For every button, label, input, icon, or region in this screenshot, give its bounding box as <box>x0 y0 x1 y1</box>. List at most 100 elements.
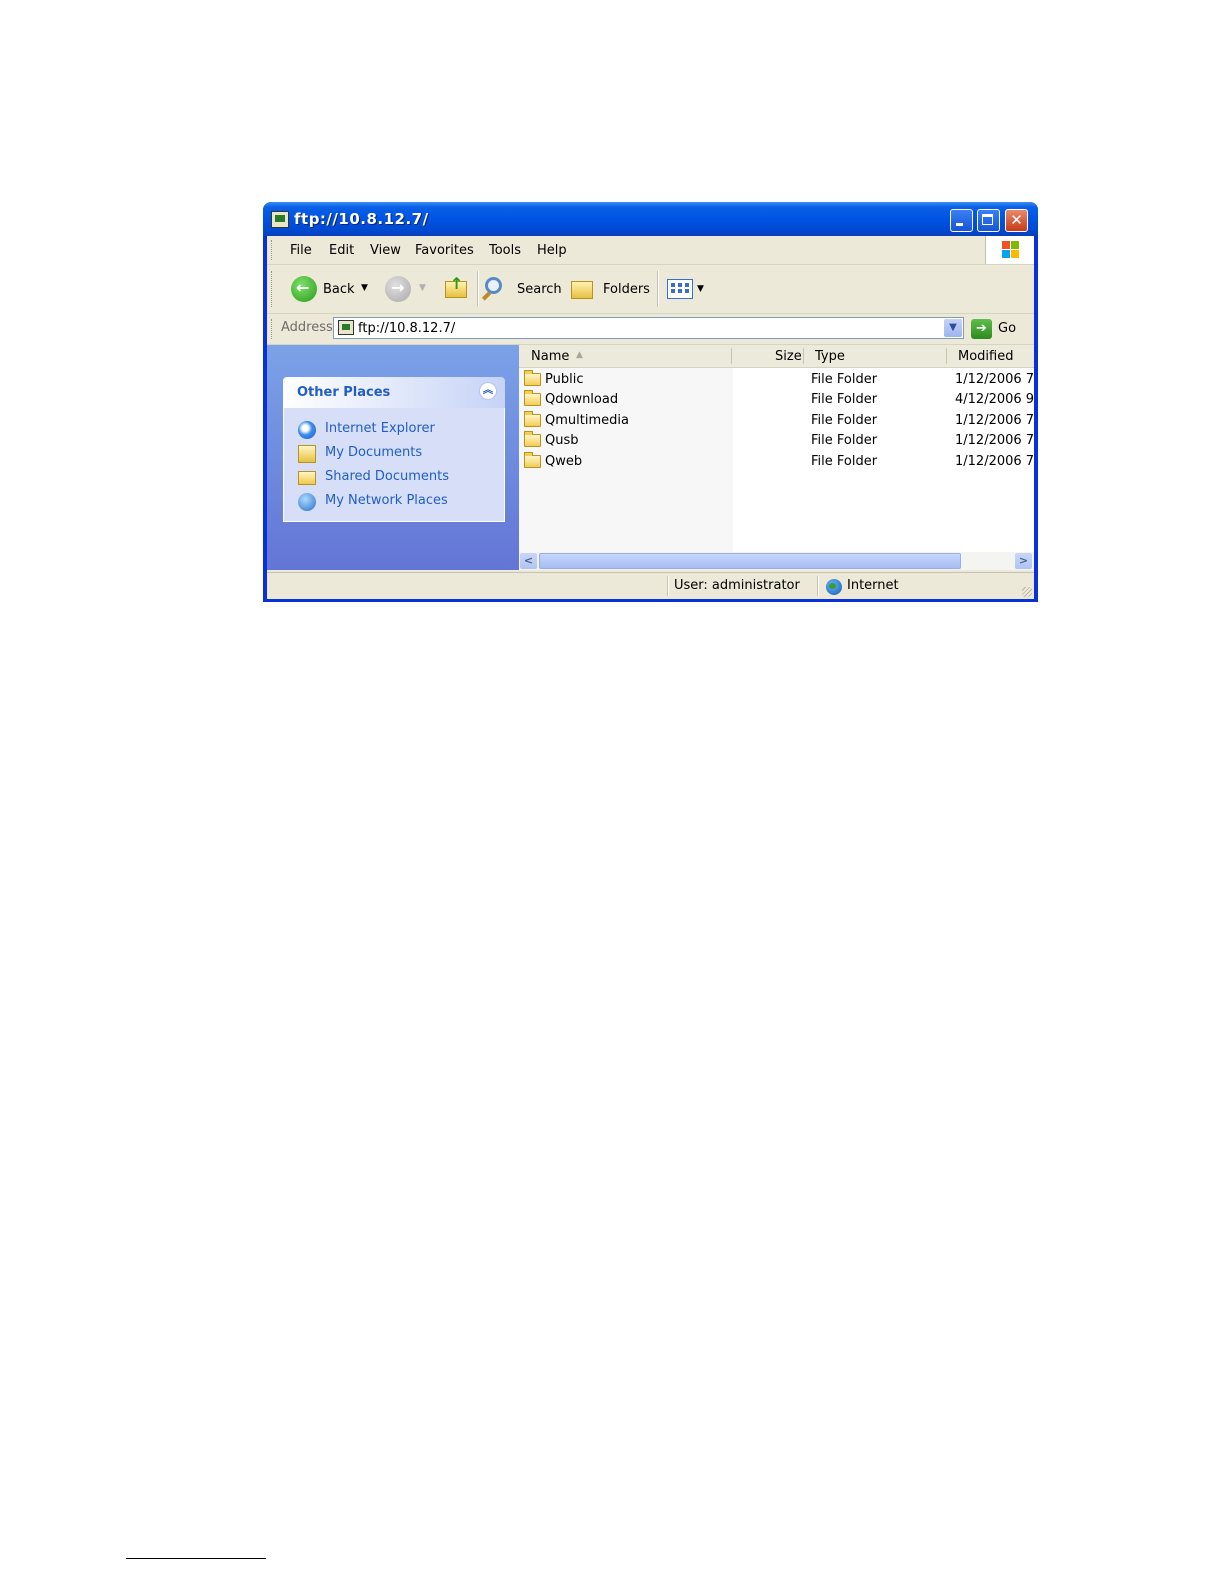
collapse-button[interactable]: ︽ <box>479 382 497 400</box>
scroll-right-button[interactable]: > <box>1015 553 1032 569</box>
cell-type: File Folder <box>811 372 878 387</box>
addressbar-grip[interactable] <box>271 319 274 339</box>
search-icon-handle <box>481 291 492 301</box>
column-header-type[interactable]: Type <box>815 349 845 364</box>
folder-icon <box>524 431 541 447</box>
column-header-modified[interactable]: Modified <box>958 349 1013 364</box>
status-separator <box>667 576 669 596</box>
chevron-right-icon: > <box>1018 554 1029 567</box>
up-folder-icon: ↑ <box>445 274 467 298</box>
scroll-thumb[interactable] <box>539 553 961 569</box>
toolbar-separator <box>477 271 479 307</box>
column-separator[interactable] <box>731 348 732 364</box>
table-row[interactable]: Public File Folder 1/12/2006 7: <box>519 370 1034 390</box>
internet-zone-icon <box>826 579 842 595</box>
back-dropdown-icon[interactable]: ▼ <box>361 283 368 293</box>
shared-documents-icon <box>298 471 316 485</box>
menubar-grip[interactable] <box>271 240 274 260</box>
scroll-left-button[interactable]: < <box>520 553 537 569</box>
address-dropdown-button[interactable]: ▼ <box>944 319 962 337</box>
menu-favorites[interactable]: Favorites <box>415 243 474 258</box>
my-documents-icon <box>298 445 316 463</box>
cell-name: Qweb <box>545 454 583 469</box>
folders-icon <box>571 281 593 299</box>
footnote-rule <box>126 1558 266 1559</box>
chevron-up-double-icon: ︽ <box>483 385 493 396</box>
maximize-button[interactable] <box>977 209 1000 232</box>
column-header-size[interactable]: Size <box>775 349 802 364</box>
back-arrow-icon: ← <box>291 276 317 302</box>
explorer-window: ftp://10.8.12.7/ ✕ File Edit View Favori… <box>263 202 1038 602</box>
title-bar[interactable]: ftp://10.8.12.7/ ✕ <box>263 202 1038 236</box>
cell-name: Qmultimedia <box>545 413 629 428</box>
menu-tools[interactable]: Tools <box>489 243 521 258</box>
other-places-panel: Internet Explorer My Documents Shared Do… <box>283 408 505 522</box>
views-button[interactable]: ▼ <box>665 275 709 305</box>
window-client: File Edit View Favorites Tools Help ← Ba… <box>267 236 1034 599</box>
cell-type: File Folder <box>811 392 878 407</box>
folders-button[interactable]: Folders <box>567 275 651 305</box>
cell-modified: 4/12/2006 9: <box>955 392 1034 407</box>
menu-edit[interactable]: Edit <box>329 243 354 258</box>
address-bar: Address ftp://10.8.12.7/ ▼ ➔ Go <box>267 314 1034 345</box>
table-row[interactable]: Qweb File Folder 1/12/2006 7: <box>519 452 1034 472</box>
column-separator[interactable] <box>946 348 947 364</box>
place-label: My Documents <box>325 445 423 460</box>
toolbar-separator-2 <box>657 271 659 307</box>
up-folder-button[interactable]: ↑ <box>443 274 473 305</box>
close-button[interactable]: ✕ <box>1005 209 1028 232</box>
column-separator[interactable] <box>803 348 804 364</box>
table-row[interactable]: Qusb File Folder 1/12/2006 7: <box>519 431 1034 451</box>
minimize-button[interactable] <box>950 209 973 232</box>
toolbar-grip[interactable] <box>271 271 274 307</box>
address-label: Address <box>281 320 333 335</box>
back-button[interactable]: ← Back ▼ <box>289 275 379 305</box>
chevron-left-icon: < <box>523 554 534 567</box>
folder-icon <box>524 411 541 427</box>
cell-name: Qdownload <box>545 392 619 407</box>
horizontal-scrollbar[interactable]: < > <box>519 552 1034 570</box>
menu-help[interactable]: Help <box>537 243 567 258</box>
cell-type: File Folder <box>811 454 878 469</box>
views-icon <box>667 279 693 299</box>
forward-button[interactable]: → ▼ <box>383 275 433 305</box>
forward-dropdown-icon: ▼ <box>419 283 426 293</box>
search-button[interactable]: Search <box>481 275 562 305</box>
menu-file[interactable]: File <box>290 243 312 258</box>
go-arrow-icon: ➔ <box>971 319 992 339</box>
status-separator <box>817 576 819 596</box>
search-label: Search <box>517 282 562 297</box>
forward-arrow-icon: → <box>385 276 411 302</box>
resize-grip-icon[interactable] <box>1022 587 1032 597</box>
table-row[interactable]: Qmultimedia File Folder 1/12/2006 7: <box>519 411 1034 431</box>
go-button[interactable]: ➔ Go <box>970 318 1030 340</box>
list-header: Name ▲ Size Type Modified <box>519 345 1034 368</box>
chevron-down-icon: ▼ <box>949 322 957 333</box>
folder-icon <box>524 390 541 406</box>
other-places-header[interactable]: Other Places ︽ <box>283 377 505 408</box>
internet-explorer-icon <box>298 421 316 439</box>
menu-bar: File Edit View Favorites Tools Help <box>267 236 1034 265</box>
cell-modified: 1/12/2006 7: <box>955 372 1034 387</box>
place-label: Internet Explorer <box>325 421 435 436</box>
folder-icon <box>524 370 541 386</box>
close-icon: ✕ <box>1010 211 1023 229</box>
place-label: Shared Documents <box>325 469 450 484</box>
cell-type: File Folder <box>811 413 878 428</box>
address-input[interactable]: ftp://10.8.12.7/ ▼ <box>333 317 964 339</box>
standard-toolbar: ← Back ▼ → ▼ ↑ Search Folders ▼ <box>267 265 1034 314</box>
column-header-name[interactable]: Name <box>531 349 569 364</box>
task-pane: Other Places ︽ Internet Explorer My Docu… <box>267 345 519 570</box>
folders-label: Folders <box>603 282 650 297</box>
panel-title: Other Places <box>297 385 391 400</box>
address-value: ftp://10.8.12.7/ <box>358 321 456 336</box>
go-label: Go <box>998 321 1017 336</box>
table-row[interactable]: Qdownload File Folder 4/12/2006 9: <box>519 390 1034 410</box>
sort-ascending-icon: ▲ <box>576 350 583 360</box>
cell-modified: 1/12/2006 7: <box>955 454 1034 469</box>
menu-view[interactable]: View <box>370 243 401 258</box>
window-title: ftp://10.8.12.7/ <box>294 210 429 228</box>
back-label: Back <box>323 282 355 297</box>
file-list: Name ▲ Size Type Modified Public File Fo… <box>519 345 1034 570</box>
windows-logo-icon <box>985 236 1034 264</box>
